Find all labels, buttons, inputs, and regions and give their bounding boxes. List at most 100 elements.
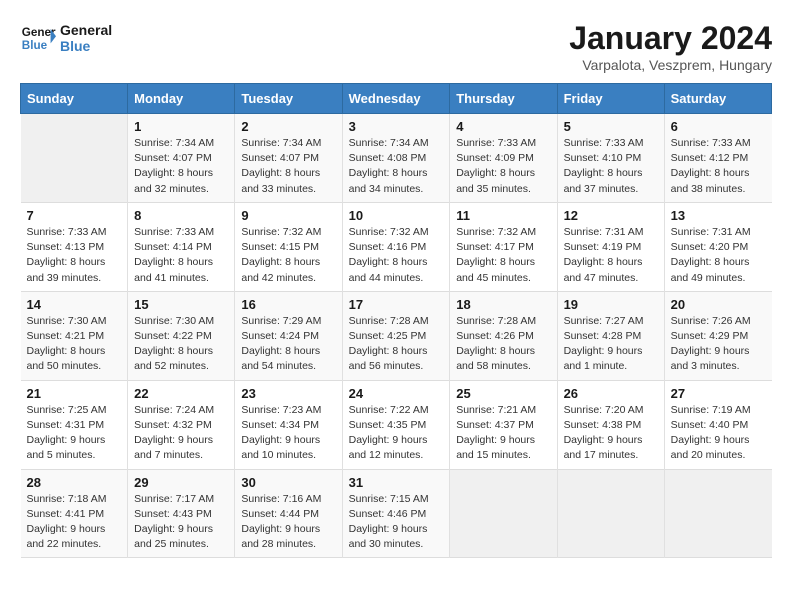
calendar-cell bbox=[557, 469, 664, 558]
day-number: 26 bbox=[564, 386, 658, 401]
calendar-cell: 8 Sunrise: 7:33 AMSunset: 4:14 PMDaylight… bbox=[128, 202, 235, 291]
day-info: Sunrise: 7:33 AMSunset: 4:13 PMDaylight:… bbox=[27, 225, 122, 286]
calendar-cell: 11Sunrise: 7:32 AMSunset: 4:17 PMDayligh… bbox=[450, 202, 557, 291]
week-row-5: 28Sunrise: 7:18 AMSunset: 4:41 PMDayligh… bbox=[21, 469, 772, 558]
day-info: Sunrise: 7:33 AMSunset: 4:09 PMDaylight:… bbox=[456, 136, 550, 197]
week-row-3: 14Sunrise: 7:30 AMSunset: 4:21 PMDayligh… bbox=[21, 291, 772, 380]
header-cell-saturday: Saturday bbox=[664, 84, 771, 114]
calendar-cell bbox=[664, 469, 771, 558]
calendar-cell: 22 Sunrise: 7:24 AMSunset: 4:32 PMDayligh… bbox=[128, 380, 235, 469]
day-info: Sunrise: 7:16 AMSunset: 4:44 PMDaylight:… bbox=[241, 492, 335, 553]
day-info: Sunrise: 7:27 AMSunset: 4:28 PMDaylight:… bbox=[564, 314, 658, 375]
day-number: 4 bbox=[456, 119, 550, 134]
calendar-cell: 7 Sunrise: 7:33 AMSunset: 4:13 PMDaylight… bbox=[21, 202, 128, 291]
day-number: 29 bbox=[134, 475, 228, 490]
day-number: 14 bbox=[27, 297, 122, 312]
day-number: 23 bbox=[241, 386, 335, 401]
calendar-cell: 21 Sunrise: 7:25 AMSunset: 4:31 PMDayligh… bbox=[21, 380, 128, 469]
day-number: 12 bbox=[564, 208, 658, 223]
day-number: 25 bbox=[456, 386, 550, 401]
location-subtitle: Varpalota, Veszprem, Hungary bbox=[569, 57, 772, 73]
header-cell-wednesday: Wednesday bbox=[342, 84, 450, 114]
day-number: 27 bbox=[671, 386, 766, 401]
day-number: 16 bbox=[241, 297, 335, 312]
day-number: 13 bbox=[671, 208, 766, 223]
day-number: 19 bbox=[564, 297, 658, 312]
calendar-cell: 2 Sunrise: 7:34 AMSunset: 4:07 PMDaylight… bbox=[235, 114, 342, 203]
calendar-cell: 17 Sunrise: 7:28 AMSunset: 4:25 PMDayligh… bbox=[342, 291, 450, 380]
day-number: 22 bbox=[134, 386, 228, 401]
calendar-cell: 6Sunrise: 7:33 AMSunset: 4:12 PMDaylight… bbox=[664, 114, 771, 203]
day-info: Sunrise: 7:31 AMSunset: 4:20 PMDaylight:… bbox=[671, 225, 766, 286]
calendar-cell: 1 Sunrise: 7:34 AMSunset: 4:07 PMDaylight… bbox=[128, 114, 235, 203]
calendar-cell: 26 Sunrise: 7:20 AMSunset: 4:38 PMDayligh… bbox=[557, 380, 664, 469]
day-info: Sunrise: 7:33 AMSunset: 4:10 PMDaylight:… bbox=[564, 136, 658, 197]
day-info: Sunrise: 7:17 AMSunset: 4:43 PMDaylight:… bbox=[134, 492, 228, 553]
calendar-cell: 14Sunrise: 7:30 AMSunset: 4:21 PMDayligh… bbox=[21, 291, 128, 380]
calendar-cell: 25Sunrise: 7:21 AMSunset: 4:37 PMDayligh… bbox=[450, 380, 557, 469]
day-number: 17 bbox=[349, 297, 444, 312]
day-info: Sunrise: 7:30 AMSunset: 4:22 PMDaylight:… bbox=[134, 314, 228, 375]
day-info: Sunrise: 7:34 AMSunset: 4:07 PMDaylight:… bbox=[134, 136, 228, 197]
calendar-cell: 9Sunrise: 7:32 AMSunset: 4:15 PMDaylight… bbox=[235, 202, 342, 291]
calendar-cell: 20Sunrise: 7:26 AMSunset: 4:29 PMDayligh… bbox=[664, 291, 771, 380]
calendar-cell: 31 Sunrise: 7:15 AMSunset: 4:46 PMDayligh… bbox=[342, 469, 450, 558]
day-info: Sunrise: 7:25 AMSunset: 4:31 PMDaylight:… bbox=[27, 403, 122, 464]
header-cell-friday: Friday bbox=[557, 84, 664, 114]
day-info: Sunrise: 7:34 AMSunset: 4:08 PMDaylight:… bbox=[349, 136, 444, 197]
day-number: 31 bbox=[349, 475, 444, 490]
day-number: 2 bbox=[241, 119, 335, 134]
calendar-cell: 29 Sunrise: 7:17 AMSunset: 4:43 PMDayligh… bbox=[128, 469, 235, 558]
calendar-cell: 4 Sunrise: 7:33 AMSunset: 4:09 PMDaylight… bbox=[450, 114, 557, 203]
header-cell-thursday: Thursday bbox=[450, 84, 557, 114]
calendar-cell: 12 Sunrise: 7:31 AMSunset: 4:19 PMDayligh… bbox=[557, 202, 664, 291]
calendar-cell: 10Sunrise: 7:32 AMSunset: 4:16 PMDayligh… bbox=[342, 202, 450, 291]
calendar-cell: 23Sunrise: 7:23 AMSunset: 4:34 PMDayligh… bbox=[235, 380, 342, 469]
logo-line1: General bbox=[60, 22, 112, 38]
logo-icon: General Blue bbox=[20, 20, 56, 56]
calendar-cell: 13 Sunrise: 7:31 AMSunset: 4:20 PMDayligh… bbox=[664, 202, 771, 291]
calendar-cell bbox=[450, 469, 557, 558]
day-info: Sunrise: 7:20 AMSunset: 4:38 PMDaylight:… bbox=[564, 403, 658, 464]
day-info: Sunrise: 7:34 AMSunset: 4:07 PMDaylight:… bbox=[241, 136, 335, 197]
day-number: 10 bbox=[349, 208, 444, 223]
calendar-cell: 15Sunrise: 7:30 AMSunset: 4:22 PMDayligh… bbox=[128, 291, 235, 380]
day-number: 24 bbox=[349, 386, 444, 401]
day-number: 21 bbox=[27, 386, 122, 401]
day-info: Sunrise: 7:15 AMSunset: 4:46 PMDaylight:… bbox=[349, 492, 444, 553]
day-number: 11 bbox=[456, 208, 550, 223]
title-area: January 2024 Varpalota, Veszprem, Hungar… bbox=[569, 20, 772, 73]
day-number: 30 bbox=[241, 475, 335, 490]
day-number: 28 bbox=[27, 475, 122, 490]
day-number: 8 bbox=[134, 208, 228, 223]
svg-text:Blue: Blue bbox=[22, 39, 48, 52]
day-info: Sunrise: 7:24 AMSunset: 4:32 PMDaylight:… bbox=[134, 403, 228, 464]
calendar-cell: 3 Sunrise: 7:34 AMSunset: 4:08 PMDaylight… bbox=[342, 114, 450, 203]
day-number: 5 bbox=[564, 119, 658, 134]
calendar-cell: 19 Sunrise: 7:27 AMSunset: 4:28 PMDayligh… bbox=[557, 291, 664, 380]
day-info: Sunrise: 7:29 AMSunset: 4:24 PMDaylight:… bbox=[241, 314, 335, 375]
day-number: 20 bbox=[671, 297, 766, 312]
header-cell-monday: Monday bbox=[128, 84, 235, 114]
day-info: Sunrise: 7:31 AMSunset: 4:19 PMDaylight:… bbox=[564, 225, 658, 286]
header-row: SundayMondayTuesdayWednesdayThursdayFrid… bbox=[21, 84, 772, 114]
day-info: Sunrise: 7:19 AMSunset: 4:40 PMDaylight:… bbox=[671, 403, 766, 464]
calendar-cell: 18Sunrise: 7:28 AMSunset: 4:26 PMDayligh… bbox=[450, 291, 557, 380]
day-number: 7 bbox=[27, 208, 122, 223]
day-info: Sunrise: 7:28 AMSunset: 4:25 PMDaylight:… bbox=[349, 314, 444, 375]
calendar-cell: 30 Sunrise: 7:16 AMSunset: 4:44 PMDayligh… bbox=[235, 469, 342, 558]
day-number: 1 bbox=[134, 119, 228, 134]
header-cell-tuesday: Tuesday bbox=[235, 84, 342, 114]
logo-line2: Blue bbox=[60, 38, 112, 54]
logo: General Blue General Blue bbox=[20, 20, 112, 56]
calendar-cell: 24Sunrise: 7:22 AMSunset: 4:35 PMDayligh… bbox=[342, 380, 450, 469]
day-number: 18 bbox=[456, 297, 550, 312]
calendar-table: SundayMondayTuesdayWednesdayThursdayFrid… bbox=[20, 83, 772, 558]
day-info: Sunrise: 7:32 AMSunset: 4:15 PMDaylight:… bbox=[241, 225, 335, 286]
day-info: Sunrise: 7:33 AMSunset: 4:14 PMDaylight:… bbox=[134, 225, 228, 286]
day-number: 6 bbox=[671, 119, 766, 134]
day-number: 3 bbox=[349, 119, 444, 134]
month-title: January 2024 bbox=[569, 20, 772, 57]
calendar-cell: 27 Sunrise: 7:19 AMSunset: 4:40 PMDayligh… bbox=[664, 380, 771, 469]
header-cell-sunday: Sunday bbox=[21, 84, 128, 114]
